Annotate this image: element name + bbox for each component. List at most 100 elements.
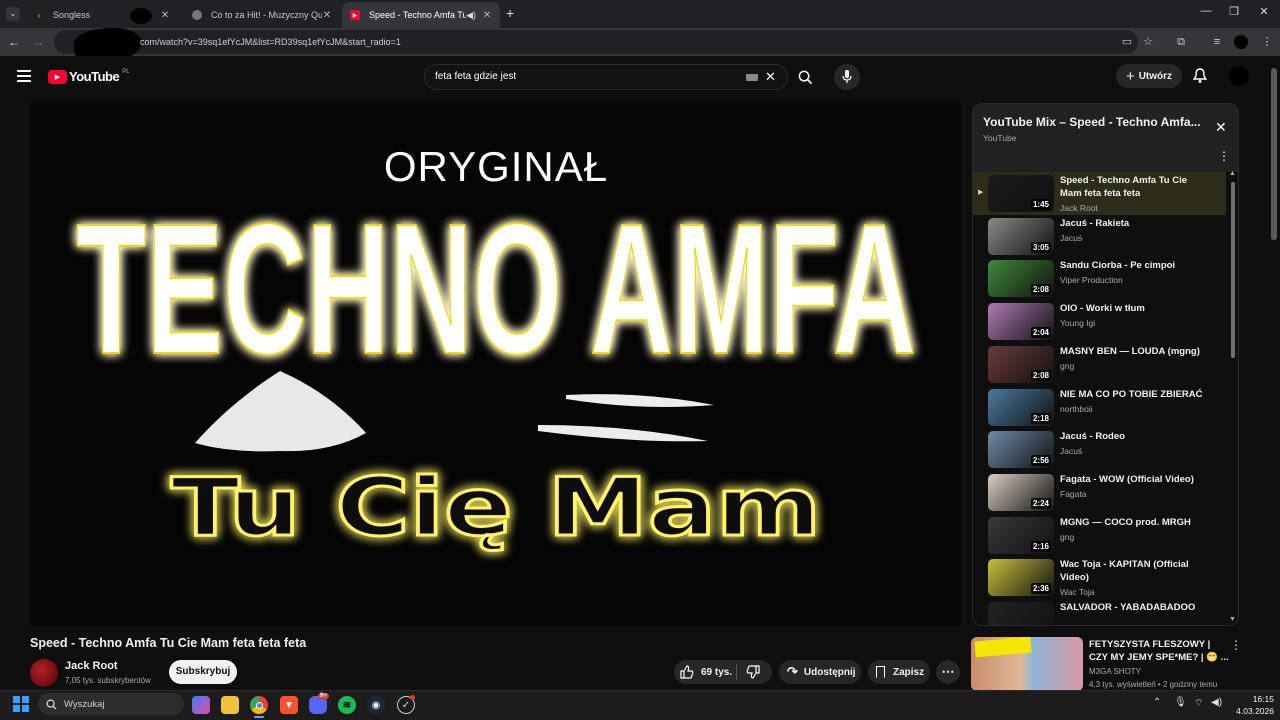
bookmark-star-icon[interactable]: ☆ (1141, 35, 1155, 49)
extensions-icon[interactable]: ⧉ (1174, 35, 1188, 49)
playlist-item-title[interactable]: Jacuś - Rodeo (1060, 430, 1210, 443)
windows-start-icon[interactable] (13, 696, 29, 712)
playlist-item-title[interactable]: MGNG — COCO prod. MRGH (1060, 516, 1210, 529)
playlist-thumbnail[interactable]: 2:56 (988, 431, 1054, 469)
search-input[interactable] (435, 71, 735, 82)
media-controls-icon[interactable]: ≡ (1210, 35, 1224, 49)
playlist-more-icon[interactable]: ⋮ (1218, 149, 1230, 163)
page-scrollbar-thumb[interactable] (1271, 68, 1277, 240)
playlist-item-title[interactable]: MASNY BEN — LOUDA (mgng) (1060, 345, 1210, 358)
tray-volume-icon[interactable]: ◀) (1211, 697, 1222, 708)
new-tab-button[interactable]: + (506, 5, 518, 21)
cast-icon[interactable]: ▭ (1120, 35, 1134, 49)
subscribe-button[interactable]: Subskrybuj (169, 660, 237, 684)
playlist-thumbnail[interactable]: 2:16 (988, 516, 1054, 554)
create-button[interactable]: + Utwórz (1116, 64, 1182, 88)
playlist-item-title[interactable]: Jacuś - Rakieta (1060, 217, 1210, 230)
channel-avatar[interactable] (30, 659, 58, 687)
playlist-item[interactable]: SALVADOR - YABADABADOO (973, 599, 1226, 625)
share-button[interactable]: ↷ Udostępnij (779, 660, 861, 684)
playlist-thumbnail[interactable]: 2:04 (988, 303, 1054, 341)
playlist-thumbnail[interactable]: 3:05 (988, 217, 1054, 255)
save-button[interactable]: Zapisz (868, 660, 930, 684)
search-button[interactable] (788, 64, 822, 90)
playlist-item[interactable]: 2:18 NIE MA CO PO TOBIE ZBIERAĆ northboii (973, 386, 1226, 429)
playlist-item[interactable]: 3:05 Jacuś - Rakieta Jacuś (973, 215, 1226, 258)
clock-time[interactable]: 16:15 (1238, 694, 1274, 704)
playlist-item[interactable]: ▶ 1:45 Speed - Techno Amfa Tu Cie Mam feta… (973, 172, 1226, 215)
playlist-thumbnail[interactable]: 2:08 (988, 260, 1054, 298)
voice-search-button[interactable] (834, 64, 860, 90)
recommendation-more-icon[interactable]: ⋮ (1230, 638, 1242, 652)
playlist-item[interactable]: 2:08 Sandu Ciorba - Pe cimpoi Viper Produc… (973, 257, 1226, 300)
playlist-item-title[interactable]: NIE MA CO PO TOBIE ZBIERAĆ (1060, 388, 1210, 401)
notifications-bell-icon[interactable] (1192, 68, 1209, 84)
playlist-thumbnail[interactable]: 1:45 (988, 175, 1054, 212)
playlist-item[interactable]: 2:36 Wac Toja - KAPITAN (Official Video) W… (973, 556, 1226, 599)
more-actions-button[interactable]: ⋯ (936, 660, 960, 684)
chrome-menu-icon[interactable]: ⋮ (1260, 35, 1274, 49)
back-icon[interactable]: ← (6, 34, 22, 50)
playlist-thumbnail[interactable] (988, 602, 1054, 625)
playlist-title[interactable]: YouTube Mix – Speed - Techno Amfa... (983, 115, 1207, 129)
playlist-thumbnail[interactable]: 2:24 (988, 473, 1054, 511)
playlist-item[interactable]: 2:08 MASNY BEN — LOUDA (mgng) gng (973, 343, 1226, 386)
keyboard-icon[interactable] (746, 74, 758, 81)
file-explorer-icon[interactable] (221, 696, 239, 714)
tray-chevron-icon[interactable]: ⌃ (1153, 697, 1161, 708)
recommendation-title[interactable]: FETYSZYSTA FLESZOWY | CZY MY JEMY SPE*ME… (1089, 638, 1229, 664)
steam-icon[interactable]: ◉ (367, 696, 385, 714)
playlist-item[interactable]: 2:24 Fagata - WOW (Official Video) Fagata (973, 471, 1226, 514)
playlist-item-title[interactable]: OIO - Worki w tłum (1060, 302, 1210, 315)
playlist-subtitle[interactable]: YouTube (983, 133, 1016, 143)
url-text[interactable]: com/watch?v=39sq1efYcJM&list=RD39sq1efYc… (140, 37, 401, 47)
playlist-item[interactable]: 2:56 Jacuś - Rodeo Jacuś (973, 428, 1226, 471)
playlist-item-title[interactable]: Speed - Techno Amfa Tu Cie Mam feta feta… (1060, 174, 1210, 200)
clock-date[interactable]: 4.03.2026 (1228, 706, 1274, 716)
playlist-item-title[interactable]: SALVADOR - YABADABADOO (1060, 601, 1210, 614)
search-box[interactable]: ✕ (424, 64, 788, 90)
playlist-thumbnail[interactable]: 2:18 (988, 388, 1054, 426)
playlist-item-title[interactable]: Sandu Ciorba - Pe cimpoi (1060, 259, 1210, 272)
recommendation-thumbnail[interactable] (971, 637, 1083, 691)
hamburger-menu-icon[interactable] (17, 70, 31, 82)
tab-search-button[interactable]: ⌄ (6, 7, 20, 21)
playlist-item-title[interactable]: Wac Toja - KAPITAN (Official Video) (1060, 558, 1210, 584)
profile-avatar[interactable] (1234, 35, 1248, 49)
taskbar-search-box[interactable]: Wyszukaj (38, 693, 184, 715)
playlist-thumbnail[interactable]: 2:36 (988, 559, 1054, 597)
spotify-icon[interactable]: ≋ (338, 696, 356, 714)
playlist-scrollbar[interactable] (1231, 182, 1235, 358)
playlist-close-icon[interactable]: ✕ (1215, 119, 1227, 136)
playlist-item[interactable]: 2:16 MGNG — COCO prod. MRGH gng (973, 514, 1226, 557)
playlist-item[interactable]: 2:04 OIO - Worki w tłum Young Igi (973, 300, 1226, 343)
account-avatar[interactable] (1229, 66, 1249, 86)
youtube-logo[interactable]: ▶ YouTube PL (48, 69, 130, 84)
forward-icon[interactable]: → (30, 34, 46, 50)
speaker-icon[interactable]: ◀) (466, 10, 476, 21)
close-icon[interactable]: ✕ (482, 10, 492, 21)
tab-youtube-active[interactable]: ▶ Speed - Techno Amfa Tu Cie ◀) ✕ (342, 2, 500, 28)
clear-search-icon[interactable]: ✕ (765, 69, 776, 85)
minimize-icon[interactable]: — (1196, 5, 1216, 21)
playlist-thumbnail[interactable]: 2:08 (988, 345, 1054, 383)
copilot-icon[interactable] (192, 696, 210, 714)
dislike-button[interactable] (746, 665, 760, 684)
like-button[interactable]: 69 tys. (680, 665, 732, 679)
close-icon[interactable]: ✕ (160, 10, 170, 21)
playlist-scroll-up-icon[interactable]: ▲ (1229, 170, 1236, 177)
tray-microphone-icon[interactable]: 🎙︎ (1174, 697, 1187, 708)
chrome-taskbar-icon[interactable] (250, 696, 268, 714)
tab-co-to-za-hit[interactable]: Co to za Hit! - Muzyczny Quiz I ✕ (184, 2, 340, 28)
playlist-scroll-down-icon[interactable]: ▼ (1229, 616, 1236, 623)
playlist-item-title[interactable]: Fagata - WOW (Official Video) (1060, 473, 1210, 486)
tab-songless[interactable]: ‹ Songless ✕ (26, 2, 178, 28)
brave-icon[interactable]: ▼ (280, 696, 298, 714)
tray-network-icon[interactable]: ⌔ (1194, 697, 1203, 710)
close-icon[interactable]: ✕ (322, 10, 332, 21)
restore-icon[interactable]: ❐ (1224, 5, 1244, 21)
channel-name[interactable]: Jack Root (65, 660, 118, 672)
video-player[interactable]: ORYGINAŁ TECHNO AMFA Tu Cię Mam (30, 103, 961, 626)
window-close-icon[interactable]: ✕ (1254, 5, 1274, 21)
recommendation-channel[interactable]: M3GA SHOTY (1089, 667, 1141, 676)
